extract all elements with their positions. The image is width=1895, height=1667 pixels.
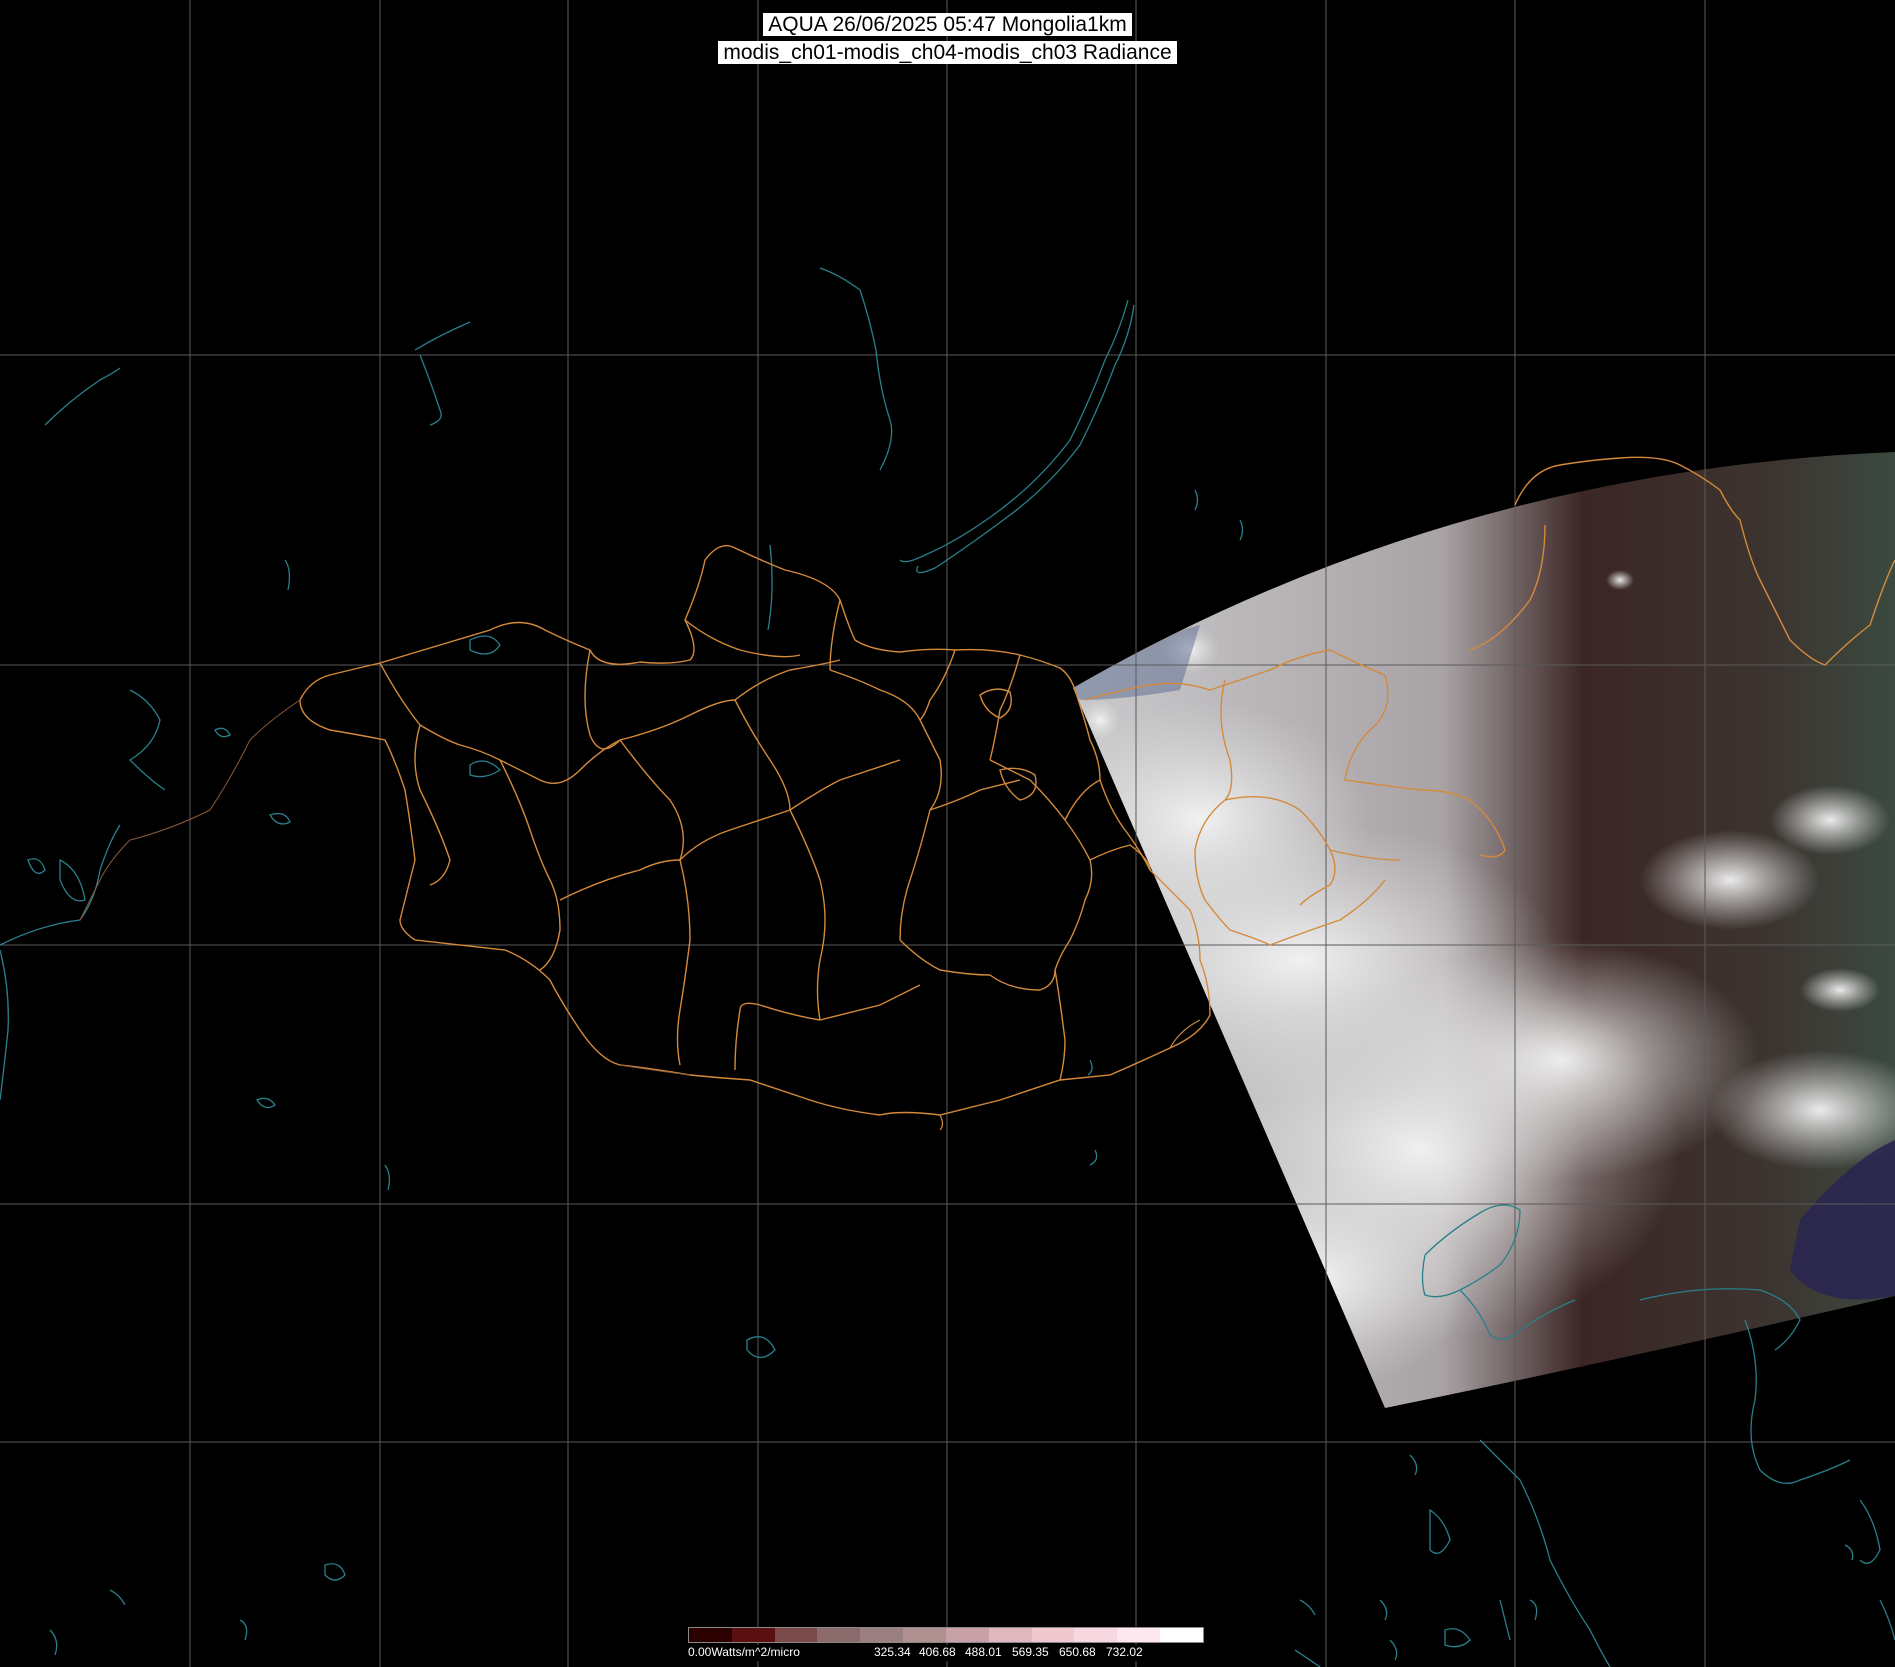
- title-line-1: AQUA 26/06/2025 05:47 Mongolia1km: [0, 13, 1895, 36]
- legend-tick: 650.68: [1059, 1645, 1096, 1659]
- title-text-2: modis_ch01-modis_ch04-modis_ch03 Radianc…: [718, 41, 1177, 64]
- title-text-1: AQUA 26/06/2025 05:47 Mongolia1km: [763, 13, 1132, 36]
- legend-color-segment: [945, 1628, 989, 1642]
- legend-color-segment: [860, 1628, 904, 1642]
- legend-tick: 569.35: [1012, 1645, 1049, 1659]
- legend-tick: 406.68: [919, 1645, 956, 1659]
- legend-color-segment: [731, 1628, 775, 1642]
- legend-color-segment: [1031, 1628, 1075, 1642]
- legend-tick: 325.34: [874, 1645, 911, 1659]
- legend-color-segment: [817, 1628, 861, 1642]
- legend-color-segment: [689, 1628, 732, 1642]
- legend-color-segment: [1117, 1628, 1161, 1642]
- imagery-swath: [1073, 452, 1895, 1408]
- color-legend: 0.00Watts/m^2/micro 325.34 406.68 488.01…: [688, 1625, 1204, 1667]
- title-line-2: modis_ch01-modis_ch04-modis_ch03 Radianc…: [0, 41, 1895, 64]
- legend-color-segment: [1160, 1628, 1203, 1642]
- legend-color-segment: [774, 1628, 818, 1642]
- satellite-map: [0, 0, 1895, 1667]
- legend-color-segment: [1074, 1628, 1118, 1642]
- legend-tick: 732.02: [1106, 1645, 1143, 1659]
- legend-color-segment: [988, 1628, 1032, 1642]
- legend-unit-label: 0.00Watts/m^2/micro: [688, 1645, 800, 1659]
- lake-baikal: [899, 299, 1135, 574]
- legend-color-bar: [688, 1627, 1204, 1643]
- legend-tick: 488.01: [965, 1645, 1002, 1659]
- mongolia-border: [299, 545, 1211, 1116]
- korea-coast: [1744, 1319, 1851, 1484]
- mongolia-detail-borders: [939, 1019, 1201, 1131]
- west-frontier: [79, 699, 691, 1076]
- legend-labels: 0.00Watts/m^2/micro 325.34 406.68 488.01…: [688, 1645, 1204, 1661]
- legend-color-segment: [903, 1628, 946, 1642]
